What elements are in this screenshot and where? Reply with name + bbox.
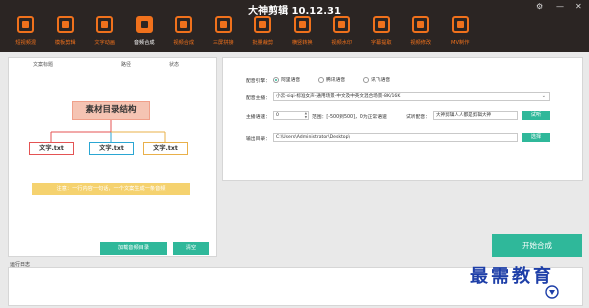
speed-range-hint: 范围：[-500到500]，0为正常语速: [312, 115, 387, 120]
video-edit-icon: [412, 16, 430, 33]
start-compose-button[interactable]: 开始合成: [492, 234, 582, 257]
file-list-panel[interactable]: 文案标题 路径 状态 素材目录结构 文字.txt 文字.txt 文字.txt 注…: [8, 57, 217, 257]
load-audio-dir-button[interactable]: 加载音频目录: [100, 242, 167, 255]
nav-item-text-animation[interactable]: 文字动画: [85, 16, 125, 46]
diagram-title: 素材目录结构: [72, 101, 150, 120]
watermark-logo-icon: [545, 285, 559, 299]
nav-label: 模板剪辑: [54, 40, 76, 46]
subtitle-icon: [372, 16, 390, 33]
audio-compose-icon: [135, 16, 153, 33]
diagram-note: 注意：一行内容一句话，一个文案生成一条音频: [32, 183, 190, 195]
mv-icon: [451, 16, 469, 33]
nav-item-crop[interactable]: 批量裁剪: [243, 16, 283, 46]
radio-selected-icon: [273, 76, 279, 83]
engine-option-tencent[interactable]: 腾讯语音: [318, 76, 345, 83]
nav-item-three-screen[interactable]: 三屏拼接: [204, 16, 244, 46]
rotate-icon: [293, 16, 311, 33]
nav-item-video-edit[interactable]: 视频修改: [401, 16, 441, 46]
engine-option-xunfei[interactable]: 讯飞语音: [363, 76, 390, 83]
nav-label: 批量裁剪: [252, 40, 274, 46]
speed-stepper[interactable]: 0 ▲ ▼: [273, 111, 309, 120]
output-dir-input[interactable]: C:\Users\Administrator\Desktop\: [273, 133, 518, 142]
engine-option-label: 讯飞语音: [371, 78, 391, 83]
main-nav: 短视频混 模板剪辑 文字动画 音频合成 视频合成 三屏拼接 批量裁剪 横竖转换 …: [6, 16, 480, 46]
nav-item-subtitle[interactable]: 字幕提取: [362, 16, 402, 46]
nav-label: 视频修改: [410, 40, 432, 46]
close-icon[interactable]: ✕: [575, 3, 582, 11]
top-bar: 大神剪辑 10.12.31 ⚙ — ✕ 短视频混 模板剪辑 文字动画 音频合成: [0, 0, 589, 52]
clear-button[interactable]: 清空: [173, 242, 209, 255]
nav-item-audio-compose[interactable]: 音频合成: [125, 16, 165, 46]
test-voice-label: 试听配音：: [406, 115, 430, 120]
watermark-icon: [333, 16, 351, 33]
nav-label: MV制作: [451, 40, 470, 46]
nav-item-template[interactable]: 模板剪辑: [46, 16, 86, 46]
stepper-arrows-icon[interactable]: ▲ ▼: [305, 112, 307, 119]
engine-option-label: 阿里语音: [281, 78, 301, 83]
speed-value: 0: [276, 113, 279, 118]
app-window: 大神剪辑 10.12.31 ⚙ — ✕ 短视频混 模板剪辑 文字动画 音频合成: [0, 0, 589, 308]
nav-label: 文字动画: [94, 40, 116, 46]
text-animation-icon: [96, 16, 114, 33]
test-voice-value: 大神剪辑人人都是剪辑大神: [436, 113, 492, 118]
radio-icon: [318, 76, 324, 83]
nav-label: 音频合成: [133, 40, 155, 46]
nav-label: 短视频混: [15, 40, 37, 46]
test-voice-input[interactable]: 大神剪辑人人都是剪辑大神: [433, 111, 518, 120]
settings-panel: 配音引擎： 阿里语音 腾讯语音 讯飞语音 配音主播： 小云-siqi-标准女声-…: [222, 57, 583, 181]
nav-item-video-compose[interactable]: 视频合成: [164, 16, 204, 46]
speed-label: 主播语速：: [246, 115, 270, 120]
nav-item-video-mix[interactable]: 短视频混: [6, 16, 46, 46]
diagram-connectors: [50, 120, 166, 142]
minimize-icon[interactable]: —: [556, 3, 564, 11]
chevron-down-icon: ⌄: [541, 93, 546, 99]
diagram-file-1: 文字.txt: [29, 142, 74, 155]
video-mix-icon: [17, 16, 35, 33]
nav-label: 横竖转换: [291, 40, 313, 46]
engine-option-ali[interactable]: 阿里语音: [273, 76, 300, 83]
voice-label: 配音主播：: [246, 96, 270, 101]
voice-value: 小云-siqi-标准女声-通用场景-中文及中英文混合场景-8K/16K: [276, 94, 401, 99]
engine-option-label: 腾讯语音: [326, 78, 346, 83]
nav-item-mv[interactable]: MV制作: [441, 16, 481, 46]
voice-select[interactable]: 小云-siqi-标准女声-通用场景-中文及中英文混合场景-8K/16K ⌄: [273, 92, 550, 101]
nav-item-rotate[interactable]: 横竖转换: [283, 16, 323, 46]
three-screen-icon: [214, 16, 232, 33]
settings-icon[interactable]: ⚙: [536, 3, 543, 11]
window-title: 大神剪辑 10.12.31: [248, 6, 341, 17]
nav-label: 视频合成: [173, 40, 195, 46]
output-dir-label: 输出目录：: [246, 137, 270, 142]
nav-label: 字幕提取: [370, 40, 392, 46]
radio-icon: [363, 76, 369, 83]
diagram-file-3: 文字.txt: [143, 142, 188, 155]
test-voice-button[interactable]: 试听: [522, 111, 550, 120]
video-compose-icon: [175, 16, 193, 33]
diagram-file-2: 文字.txt: [89, 142, 134, 155]
watermark-text: 最需教育: [470, 266, 554, 287]
output-dir-value: C:\Users\Administrator\Desktop\: [276, 135, 351, 140]
crop-icon: [254, 16, 272, 33]
nav-label: 三屏拼接: [212, 40, 234, 46]
template-icon: [56, 16, 74, 33]
choose-dir-button[interactable]: 选择: [522, 133, 550, 142]
engine-label: 配音引擎：: [246, 79, 270, 84]
nav-label: 视频水印: [331, 40, 353, 46]
nav-item-watermark[interactable]: 视频水印: [322, 16, 362, 46]
